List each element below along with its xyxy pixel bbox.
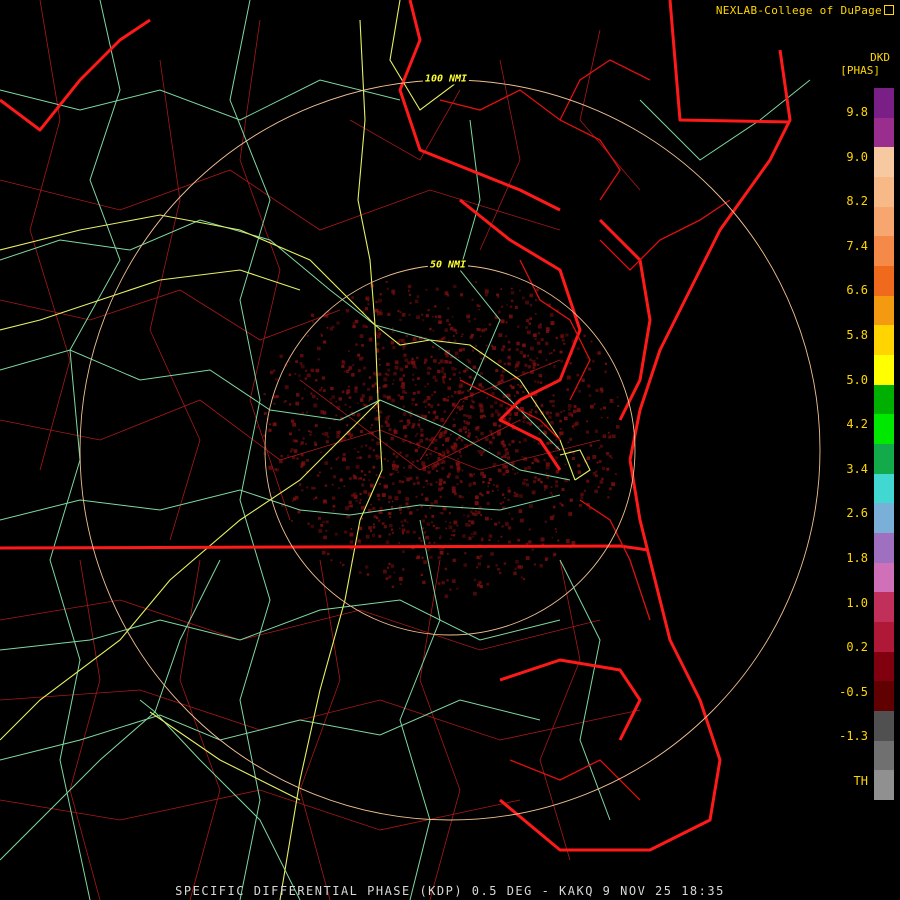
colorbar-segment: [874, 592, 894, 623]
scale-label: 5.0: [846, 372, 868, 387]
scale-label: 1.0: [846, 595, 868, 610]
scale-label: 2.6: [846, 506, 868, 521]
legend-colorbar: [874, 88, 894, 801]
colorbar-segment: [874, 177, 894, 208]
scale-label: 4.2: [846, 417, 868, 432]
colorbar-segment: [874, 384, 894, 415]
scale-label: -0.5: [839, 684, 868, 699]
range-ring-100-label: 100 NMI: [422, 73, 470, 85]
colorbar-segment: [874, 147, 894, 178]
legend-product-code: DKD: [870, 51, 890, 64]
colorbar-segment: [874, 266, 894, 297]
scale-label: 1.8: [846, 551, 868, 565]
scale-label: 5.8: [846, 328, 868, 342]
product-caption: SPECIFIC DIFFERENTIAL PHASE (KDP) 0.5 DE…: [175, 884, 725, 898]
colorbar-segment: [874, 711, 894, 742]
colorbar-segment: [874, 770, 894, 801]
scale-label: 6.6: [846, 283, 868, 298]
credit-link[interactable]: NEXLAB-College of DuPage: [716, 4, 894, 17]
colorbar-segment: [874, 414, 894, 445]
scale-label: -1.3: [839, 729, 868, 744]
scale-label: 7.4: [846, 238, 868, 253]
colorbar-segment: [874, 503, 894, 534]
range-ring-50-label: 50 NMI: [427, 259, 469, 271]
colorbar-segment: [874, 622, 894, 653]
external-link-icon: [884, 5, 894, 15]
scale-label: 9.8: [846, 105, 868, 119]
colorbar-segment: [874, 740, 894, 771]
scale-label: 3.4: [846, 461, 868, 476]
legend-units: [PHAS]: [840, 64, 880, 77]
colorbar-segment: [874, 236, 894, 267]
radar-map: [0, 0, 900, 900]
scale-label: 9.0: [846, 149, 868, 164]
colorbar-segment: [874, 533, 894, 564]
colorbar-segment: [874, 206, 894, 237]
colorbar-segment: [874, 473, 894, 504]
colorbar-segment: [874, 444, 894, 475]
scale-label: 8.2: [846, 194, 868, 209]
credit-text: NEXLAB-College of DuPage: [715, 4, 882, 17]
legend-header: DKD [PHAS]: [840, 52, 890, 77]
colorbar-segment: [874, 681, 894, 712]
scale-label: TH: [853, 774, 868, 788]
colorbar-segment: [874, 355, 894, 386]
colorbar-segment: [874, 88, 894, 119]
colorbar-segment: [874, 325, 894, 356]
colorbar-segment: [874, 117, 894, 148]
scale-label: 0.2: [846, 640, 868, 655]
colorbar-segment: [874, 295, 894, 326]
colorbar-segment: [874, 651, 894, 682]
colorbar-segment: [874, 562, 894, 593]
